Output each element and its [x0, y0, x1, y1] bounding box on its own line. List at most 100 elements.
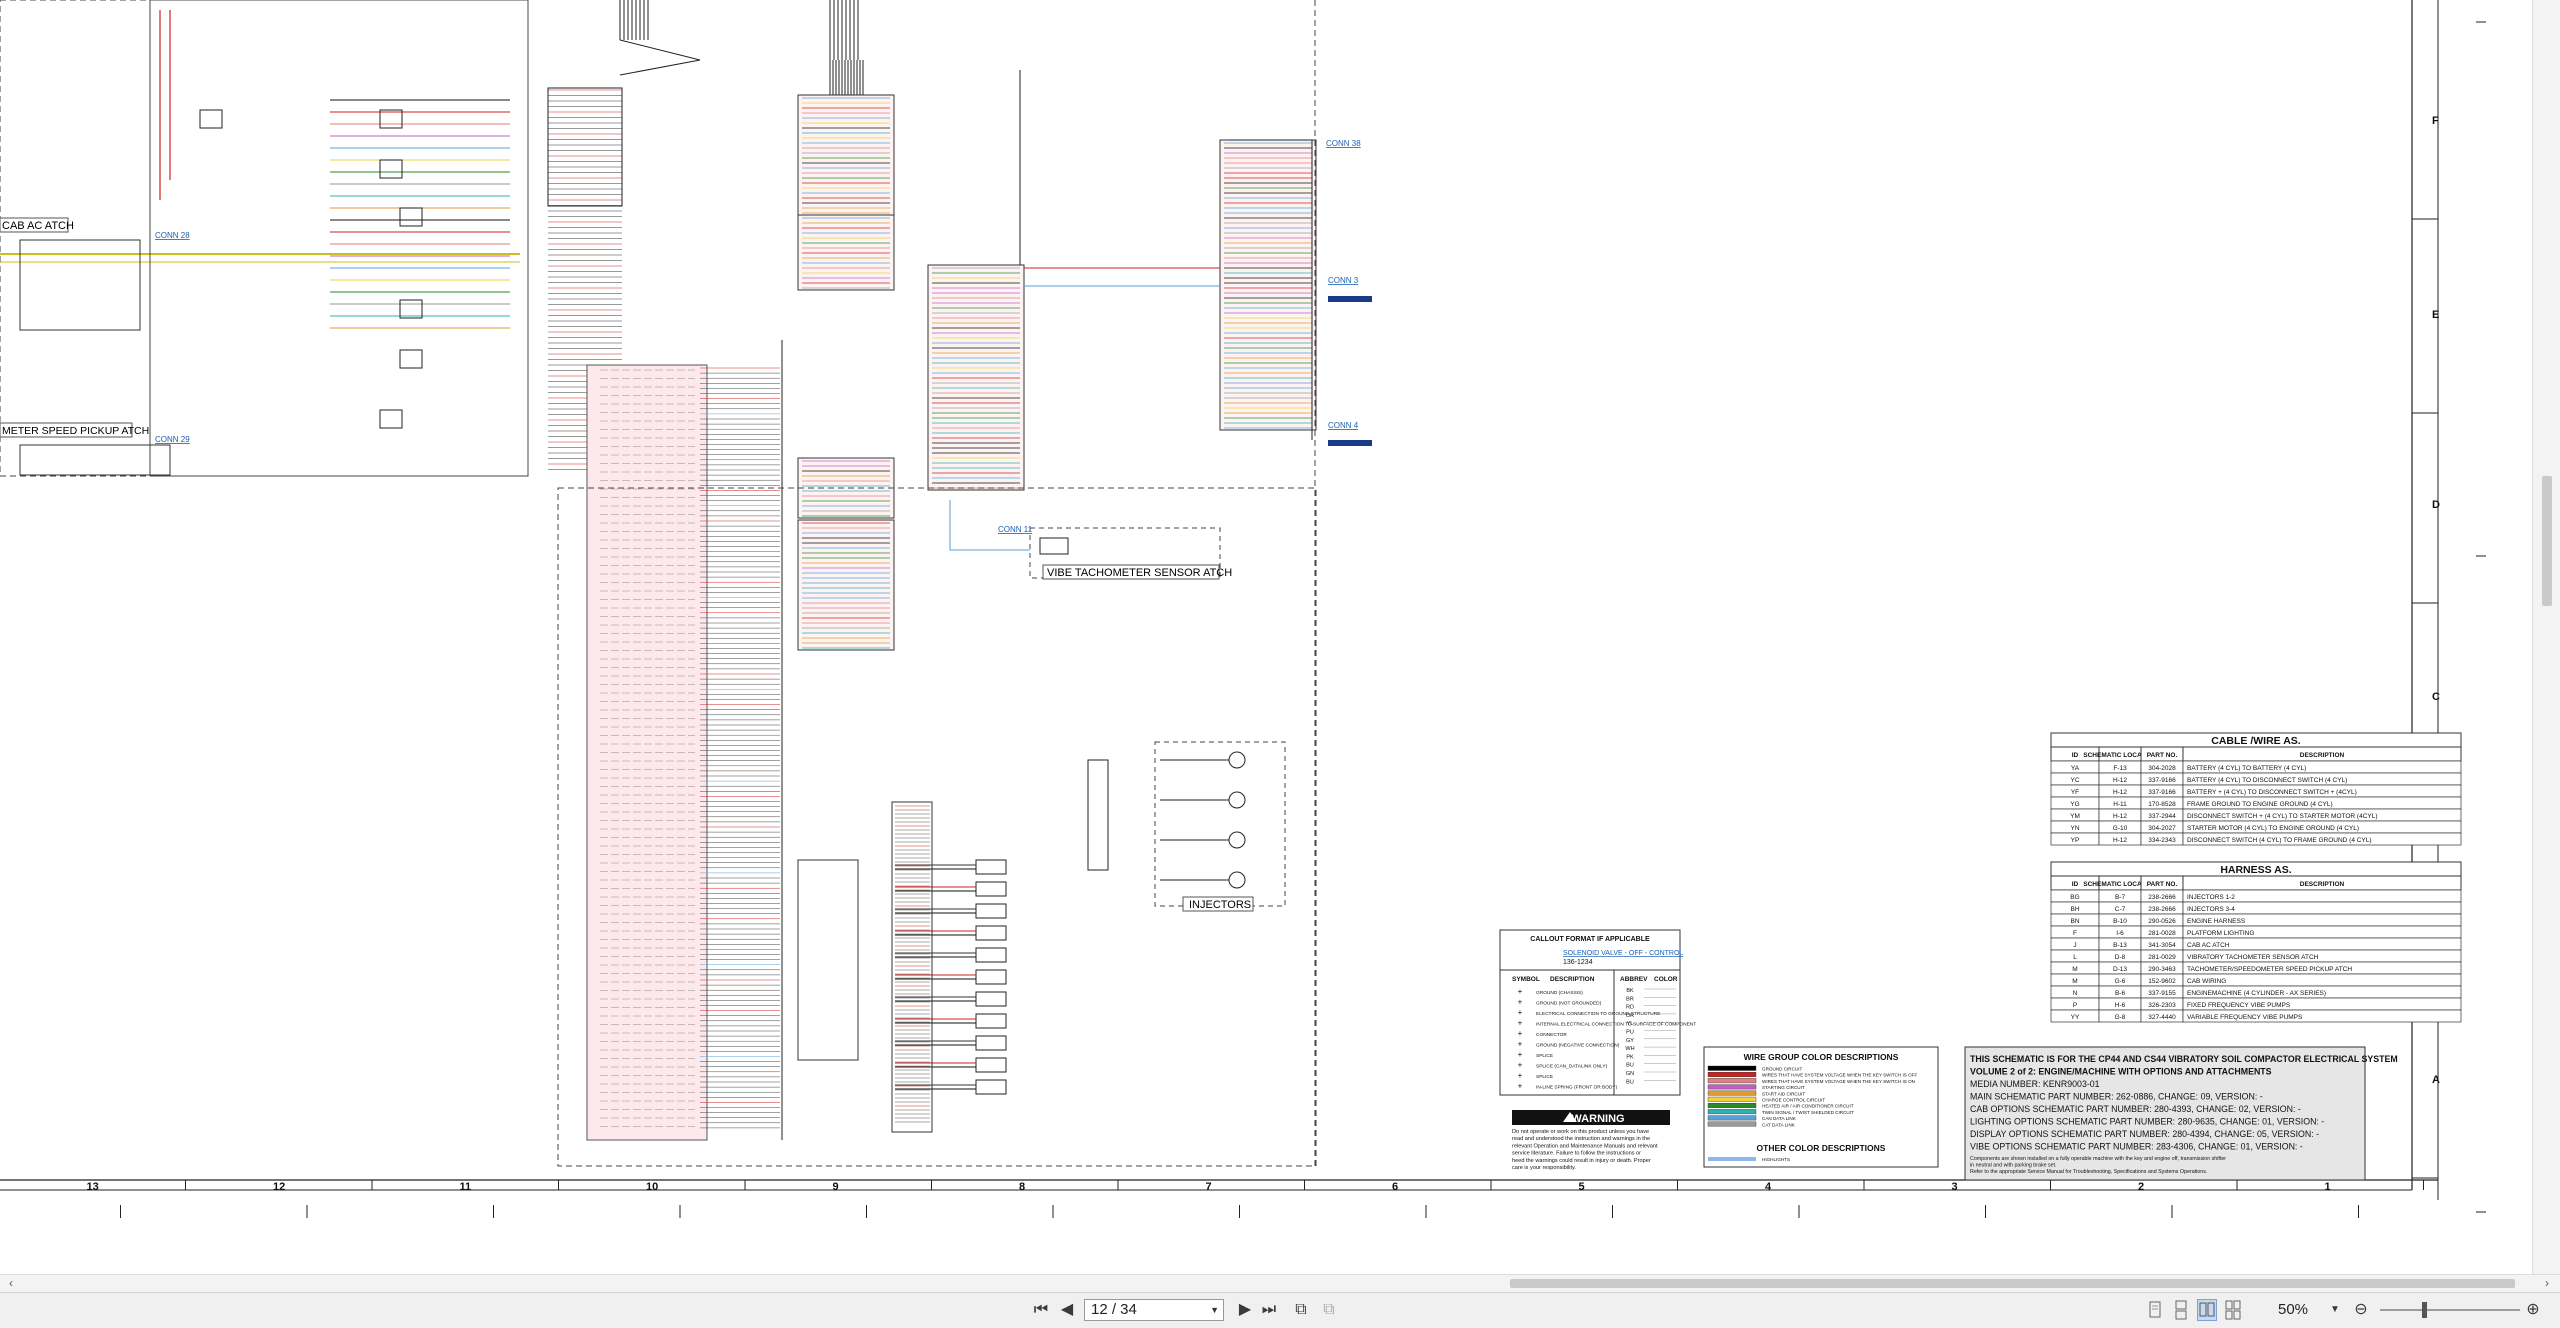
- two-page-continuous-icon[interactable]: [2224, 1300, 2242, 1320]
- svg-text:HIGHLIGHTS: HIGHLIGHTS: [1762, 1157, 1790, 1162]
- svg-text:DESCRIPTION: DESCRIPTION: [2300, 752, 2345, 759]
- svg-text:C: C: [2432, 691, 2440, 703]
- svg-text:ENGINE HARNESS: ENGINE HARNESS: [2187, 918, 2246, 925]
- zoom-dropdown-icon[interactable]: ▼: [2330, 1299, 2340, 1321]
- svg-text:BATTERY (4 CYL) TO DISCONNECT: BATTERY (4 CYL) TO DISCONNECT SWITCH (4 …: [2187, 777, 2347, 784]
- svg-text:CHARGE CONTROL CIRCUIT: CHARGE CONTROL CIRCUIT: [1762, 1098, 1825, 1103]
- last-page-icon[interactable]: ⏭: [1258, 1299, 1280, 1321]
- svg-text:OR: OR: [1626, 1013, 1634, 1019]
- svg-text:+: +: [1518, 1082, 1523, 1091]
- svg-text:B-10: B-10: [2113, 918, 2127, 925]
- warning-block: WARNING Do not operate or work on this pr…: [1512, 1110, 1670, 1171]
- svg-text:Do not operate or work on this: Do not operate or work on this product u…: [1512, 1129, 1649, 1135]
- svg-text:STARTER MOTOR (4 CYL) TO ENGIN: STARTER MOTOR (4 CYL) TO ENGINE GROUND (…: [2187, 825, 2359, 832]
- svg-text:238-2666: 238-2666: [2148, 906, 2176, 913]
- svg-text:B-13: B-13: [2113, 942, 2127, 949]
- first-page-icon[interactable]: ⏮: [1030, 1299, 1052, 1321]
- next-page-icon[interactable]: ▶: [1234, 1299, 1256, 1321]
- scroll-right-icon[interactable]: ›: [2538, 1275, 2556, 1292]
- svg-text:G-8: G-8: [2115, 1014, 2126, 1021]
- single-page-view-icon[interactable]: [2146, 1300, 2164, 1320]
- svg-text:337-2944: 337-2944: [2148, 813, 2176, 820]
- svg-text:YP: YP: [2071, 837, 2080, 844]
- svg-text:CAN DATA LINK: CAN DATA LINK: [1762, 1116, 1797, 1121]
- svg-text:CAB AC ATCH: CAB AC ATCH: [2, 220, 74, 232]
- scroll-left-icon[interactable]: ‹: [2, 1275, 20, 1292]
- svg-text:INJECTORS: INJECTORS: [1189, 899, 1251, 911]
- svg-text:YG: YG: [2070, 801, 2079, 808]
- svg-text:J: J: [2073, 942, 2076, 949]
- svg-text:+: +: [1518, 1061, 1523, 1070]
- svg-text:G-6: G-6: [2115, 978, 2126, 985]
- svg-text:281-0029: 281-0029: [2148, 954, 2176, 961]
- svg-text:337-9155: 337-9155: [2148, 990, 2176, 997]
- svg-text:+: +: [1518, 1029, 1523, 1038]
- svg-text:YL: YL: [1627, 1021, 1634, 1027]
- two-page-view-icon[interactable]: [2197, 1299, 2217, 1321]
- svg-text:CONN 11: CONN 11: [998, 525, 1033, 534]
- svg-text:N: N: [2073, 990, 2078, 997]
- zoom-in-icon[interactable]: ⊕: [2522, 1299, 2544, 1321]
- svg-text:H-12: H-12: [2113, 777, 2127, 784]
- fit-view-icon[interactable]: ⧉: [1318, 1299, 1340, 1321]
- svg-text:+: +: [1518, 998, 1523, 1007]
- previous-page-icon[interactable]: ◀: [1056, 1299, 1078, 1321]
- vertical-scroll-thumb[interactable]: [2542, 476, 2552, 606]
- document-view[interactable]: 13121110987654321FEDCBA CAB AC ATCH METE…: [0, 0, 2532, 1274]
- horizontal-scrollbar[interactable]: ‹ ›: [0, 1274, 2560, 1292]
- svg-text:2: 2: [2138, 1181, 2144, 1193]
- svg-text:290-0526: 290-0526: [2148, 918, 2176, 925]
- svg-text:CABLE /WIRE AS.: CABLE /WIRE AS.: [2211, 735, 2301, 747]
- svg-text:COLOR: COLOR: [1654, 976, 1678, 983]
- svg-text:CONNECTOR: CONNECTOR: [1536, 1032, 1567, 1038]
- svg-text:PU: PU: [1626, 1030, 1634, 1036]
- svg-text:F: F: [2073, 930, 2077, 937]
- harness-table: HARNESS AS.ID SCHEMATIC LOCATIONPART NO. D…: [2050, 861, 2462, 1023]
- svg-text:ELECTRICAL CONNECTION TO GROUN: ELECTRICAL CONNECTION TO GROUND STRUCTUR…: [1536, 1011, 1660, 1017]
- zoom-out-icon[interactable]: ⊖: [2350, 1299, 2372, 1321]
- svg-text:I-6: I-6: [2116, 930, 2124, 937]
- page-dropdown-icon[interactable]: ▼: [1210, 1300, 1219, 1320]
- svg-text:H-6: H-6: [2115, 1002, 2126, 1009]
- svg-text:BU: BU: [1626, 1079, 1634, 1085]
- svg-text:DESCRIPTION: DESCRIPTION: [2300, 881, 2345, 888]
- svg-text:DISCONNECT SWITCH (4 CYL) TO F: DISCONNECT SWITCH (4 CYL) TO FRAME GROUN…: [2187, 837, 2372, 844]
- svg-text:F: F: [2432, 115, 2439, 127]
- svg-text:SPLICE (CAN_DATALINK ONLY): SPLICE (CAN_DATALINK ONLY): [1536, 1064, 1608, 1070]
- page-number-field[interactable]: 12 / 34 ▼: [1084, 1299, 1224, 1321]
- zoom-level[interactable]: 50%: [2278, 1299, 2338, 1321]
- vibe-tach-label: VIBE TACHOMETER SENSOR ATCH: [1042, 564, 1232, 580]
- svg-text:PK: PK: [1626, 1054, 1634, 1060]
- svg-text:L: L: [2073, 954, 2077, 961]
- svg-text:10: 10: [646, 1181, 658, 1193]
- continuous-view-icon[interactable]: [2172, 1300, 2190, 1320]
- svg-text:WIRE GROUP COLOR DESCRIPTIONS: WIRE GROUP COLOR DESCRIPTIONS: [1744, 1052, 1899, 1062]
- svg-text:3: 3: [1952, 1181, 1958, 1193]
- svg-text:SPLICE: SPLICE: [1536, 1074, 1553, 1080]
- svg-text:152-9602: 152-9602: [2148, 978, 2176, 985]
- svg-text:Components are shown installed: Components are shown installed on a full…: [1970, 1156, 2226, 1162]
- svg-text:SYMBOL: SYMBOL: [1512, 976, 1540, 983]
- zoom-slider-knob[interactable]: [2422, 1302, 2427, 1318]
- svg-text:11: 11: [460, 1181, 472, 1193]
- svg-text:MEDIA NUMBER: KENR9003-01: MEDIA NUMBER: KENR9003-01: [1970, 1079, 2100, 1089]
- rotate-view-icon[interactable]: ⧉: [1290, 1299, 1312, 1321]
- svg-text:care is your responsibility.: care is your responsibility.: [1512, 1165, 1576, 1171]
- svg-text:337-9166: 337-9166: [2148, 777, 2176, 784]
- svg-text:VIBE OPTIONS SCHEMATIC PART NU: VIBE OPTIONS SCHEMATIC PART NUMBER: 283-…: [1970, 1142, 2303, 1152]
- title-block: THIS SCHEMATIC IS FOR THE CP44 AND CS44 …: [1964, 1046, 2398, 1181]
- svg-text:YM: YM: [2070, 813, 2080, 820]
- svg-text:M: M: [2072, 966, 2077, 973]
- svg-text:HARNESS AS.: HARNESS AS.: [2220, 864, 2291, 876]
- svg-text:B-7: B-7: [2115, 894, 2126, 901]
- svg-text:BK: BK: [1626, 988, 1634, 994]
- wire-group-legend: WIRE GROUP COLOR DESCRIPTIONS GROUND CIRC…: [1703, 1046, 1939, 1168]
- svg-text:WIRES THAT HAVE SYSTEM VOLTAGE: WIRES THAT HAVE SYSTEM VOLTAGE WHEN THE …: [1762, 1073, 1917, 1078]
- horizontal-scroll-thumb[interactable]: [1510, 1279, 2515, 1288]
- svg-text:8: 8: [1019, 1181, 1025, 1193]
- svg-text:OTHER COLOR DESCRIPTIONS: OTHER COLOR DESCRIPTIONS: [1757, 1143, 1886, 1153]
- svg-text:D-8: D-8: [2115, 954, 2126, 961]
- zoom-slider[interactable]: [2380, 1302, 2520, 1318]
- svg-text:THIS SCHEMATIC IS FOR THE CP4: THIS SCHEMATIC IS FOR THE CP44 AND CS44 …: [1970, 1054, 2398, 1064]
- vertical-scrollbar[interactable]: [2532, 0, 2560, 1274]
